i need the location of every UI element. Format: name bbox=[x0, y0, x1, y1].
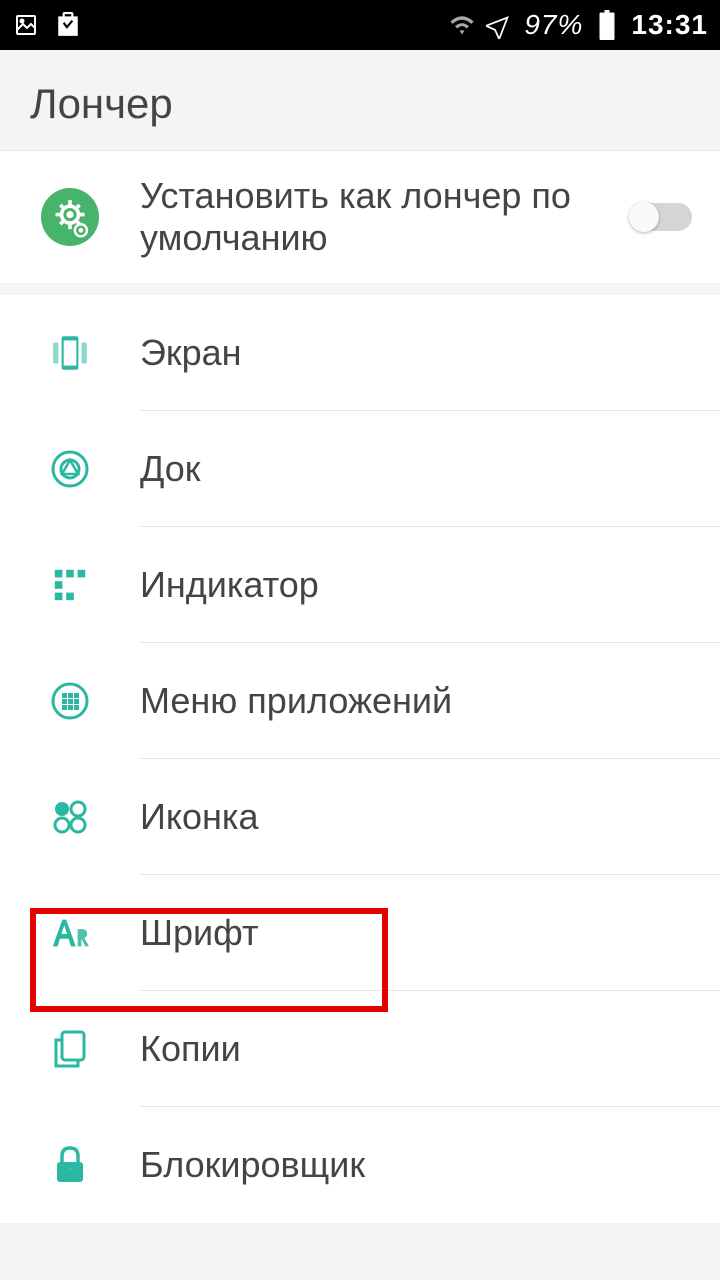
indicator-icon bbox=[0, 566, 140, 604]
font-icon bbox=[0, 913, 140, 953]
row-font[interactable]: Шрифт bbox=[0, 875, 720, 991]
row-label: Экран bbox=[140, 332, 720, 374]
row-label: Индикатор bbox=[140, 564, 720, 606]
gear-icon bbox=[0, 188, 140, 246]
row-indicator[interactable]: Индикатор bbox=[0, 527, 720, 643]
row-label: Копии bbox=[140, 1028, 720, 1070]
airplane-icon bbox=[486, 11, 514, 39]
row-label: Док bbox=[140, 448, 720, 490]
row-default-launcher[interactable]: Установить как лончер по умолчанию bbox=[0, 151, 720, 283]
row-screen[interactable]: Экран bbox=[0, 295, 720, 411]
row-app-menu[interactable]: Меню приложений bbox=[0, 643, 720, 759]
screen-icon bbox=[0, 332, 140, 374]
page-header: Лончер bbox=[0, 50, 720, 151]
row-label: Блокировщик bbox=[140, 1144, 720, 1186]
default-launcher-toggle[interactable] bbox=[630, 203, 692, 231]
dock-icon bbox=[0, 449, 140, 489]
app-menu-icon bbox=[0, 681, 140, 721]
page-title: Лончер bbox=[30, 80, 690, 128]
row-blocker[interactable]: Блокировщик bbox=[0, 1107, 720, 1223]
row-dock[interactable]: Док bbox=[0, 411, 720, 527]
shopping-bag-icon bbox=[54, 11, 82, 39]
image-icon bbox=[12, 11, 40, 39]
battery-icon bbox=[593, 11, 621, 39]
row-label: Иконка bbox=[140, 796, 720, 838]
lock-icon bbox=[0, 1144, 140, 1186]
clock-time: 13:31 bbox=[631, 9, 708, 41]
wifi-icon bbox=[448, 11, 476, 39]
row-label: Шрифт bbox=[140, 912, 720, 954]
row-icon-setting[interactable]: Иконка bbox=[0, 759, 720, 875]
icon-grid-icon bbox=[0, 797, 140, 837]
section-default-launcher: Установить как лончер по умолчанию bbox=[0, 151, 720, 283]
status-bar: 97% 13:31 bbox=[0, 0, 720, 50]
row-label: Меню приложений bbox=[140, 680, 720, 722]
section-settings-list: Экран Док Индикатор bbox=[0, 295, 720, 1223]
row-copies[interactable]: Копии bbox=[0, 991, 720, 1107]
copies-icon bbox=[0, 1028, 140, 1070]
battery-percent: 97% bbox=[524, 9, 583, 41]
default-launcher-label: Установить как лончер по умолчанию bbox=[140, 175, 630, 259]
